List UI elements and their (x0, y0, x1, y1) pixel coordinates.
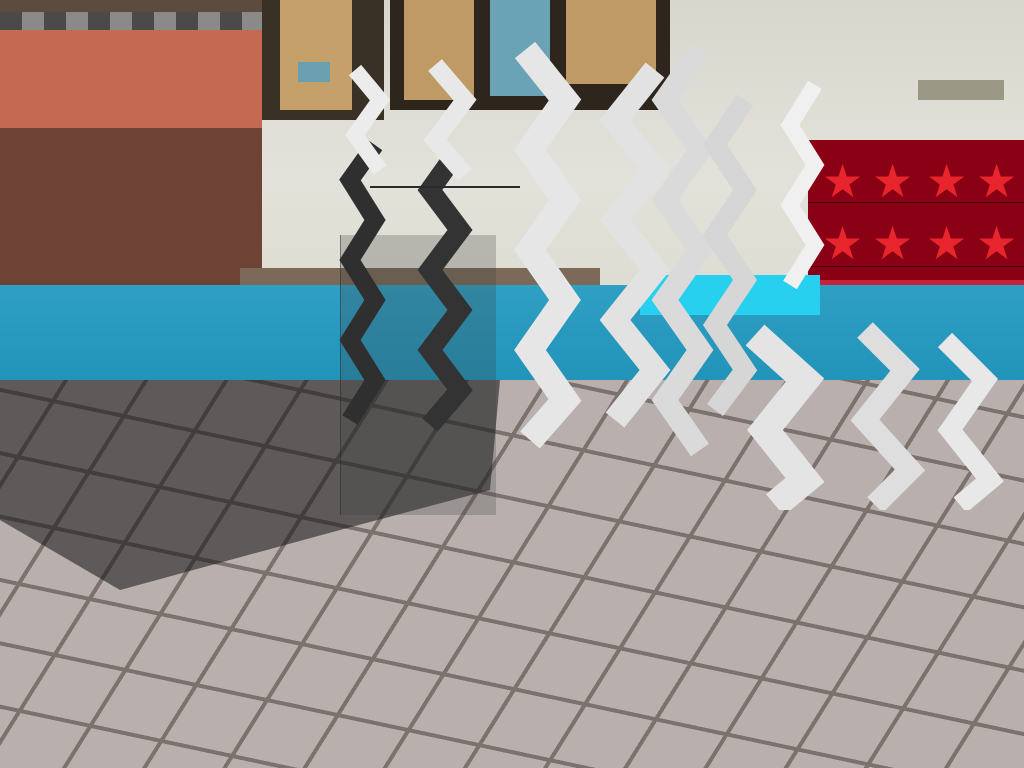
star-icon: ★ (872, 154, 914, 208)
light-wave-sculpture (780, 80, 825, 290)
star-icon: ★ (872, 216, 914, 270)
brick-building (0, 0, 262, 308)
star-icon: ★ (926, 154, 968, 208)
light-wave-sculpture (345, 64, 391, 175)
star-icon: ★ (926, 216, 968, 270)
game-viewport[interactable]: ★ ★ ★ ★ ★ ★ ★ ★ (0, 0, 1024, 768)
dark-wave-sculpture (417, 150, 473, 432)
star-icon: ★ (976, 154, 1018, 208)
star-icon: ★ (976, 216, 1018, 270)
dark-wave-sculpture (339, 140, 386, 425)
floating-slab (918, 80, 1004, 100)
brick-wall-lower (0, 128, 262, 308)
light-wave-sculpture (745, 322, 1004, 510)
brick-wall-upper (0, 30, 262, 140)
light-wave-sculpture (423, 59, 477, 181)
crosshair (370, 186, 520, 188)
